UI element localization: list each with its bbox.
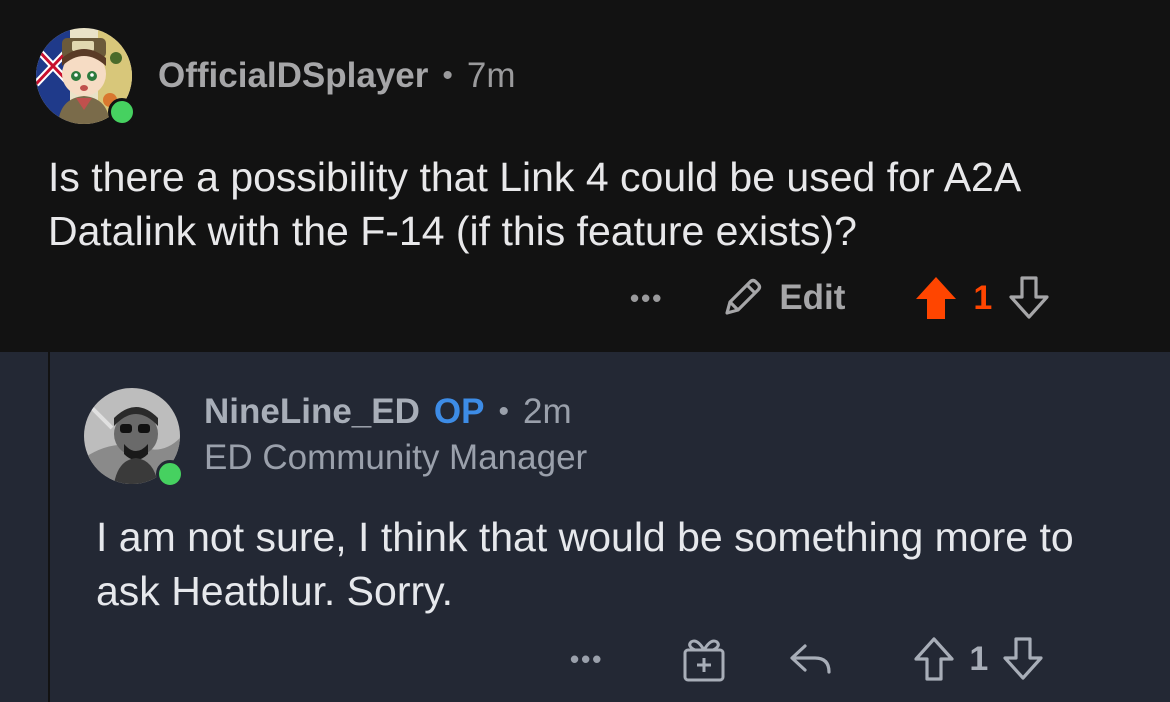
vote-count: 1 (969, 639, 989, 678)
online-status-indicator (156, 460, 184, 488)
online-status-indicator (108, 98, 136, 126)
thread-line[interactable] (48, 352, 50, 702)
avatar[interactable] (84, 388, 184, 488)
edit-label: Edit (779, 278, 846, 317)
award-gift-icon (683, 639, 725, 682)
upvote-arrow-icon[interactable] (911, 635, 957, 683)
edit-button[interactable]: Edit (719, 275, 845, 321)
username[interactable]: NineLine_ED (204, 392, 420, 432)
comment-body: I am not sure, I think that would be som… (96, 514, 1074, 614)
timestamp: 7m (466, 56, 516, 95)
comment-actions: ••• 1 (570, 634, 1046, 684)
separator-dot: • (442, 59, 453, 92)
more-icon[interactable]: ••• (570, 644, 603, 675)
comment-thread: OfficialDSplayer • 7m Is there a possibi… (0, 0, 1170, 702)
comment-body: Is there a possibility that Link 4 could… (48, 154, 1019, 254)
more-icon[interactable]: ••• (630, 283, 663, 314)
vote-controls: 1 (911, 635, 1046, 683)
downvote-arrow-icon[interactable] (1000, 635, 1046, 683)
comment-actions: ••• Edit 1 (630, 274, 1052, 322)
separator-dot: • (498, 395, 509, 428)
timestamp: 2m (522, 392, 572, 431)
downvote-arrow-icon[interactable] (1006, 274, 1052, 322)
pencil-icon (725, 278, 762, 315)
avatar[interactable] (36, 28, 136, 126)
username[interactable]: OfficialDSplayer (158, 56, 428, 96)
comment-meta: OfficialDSplayer • 7m (158, 56, 516, 96)
user-flair: ED Community Manager (204, 438, 588, 477)
upvote-arrow-icon[interactable] (913, 274, 959, 322)
reply-icon (790, 644, 831, 674)
vote-count: 1 (973, 278, 993, 317)
comment-meta: NineLine_ED OP • 2m (204, 392, 572, 432)
vote-controls: 1 (913, 274, 1052, 322)
op-badge: OP (433, 392, 485, 431)
award-button[interactable] (679, 634, 729, 684)
reply-button[interactable] (785, 634, 835, 684)
